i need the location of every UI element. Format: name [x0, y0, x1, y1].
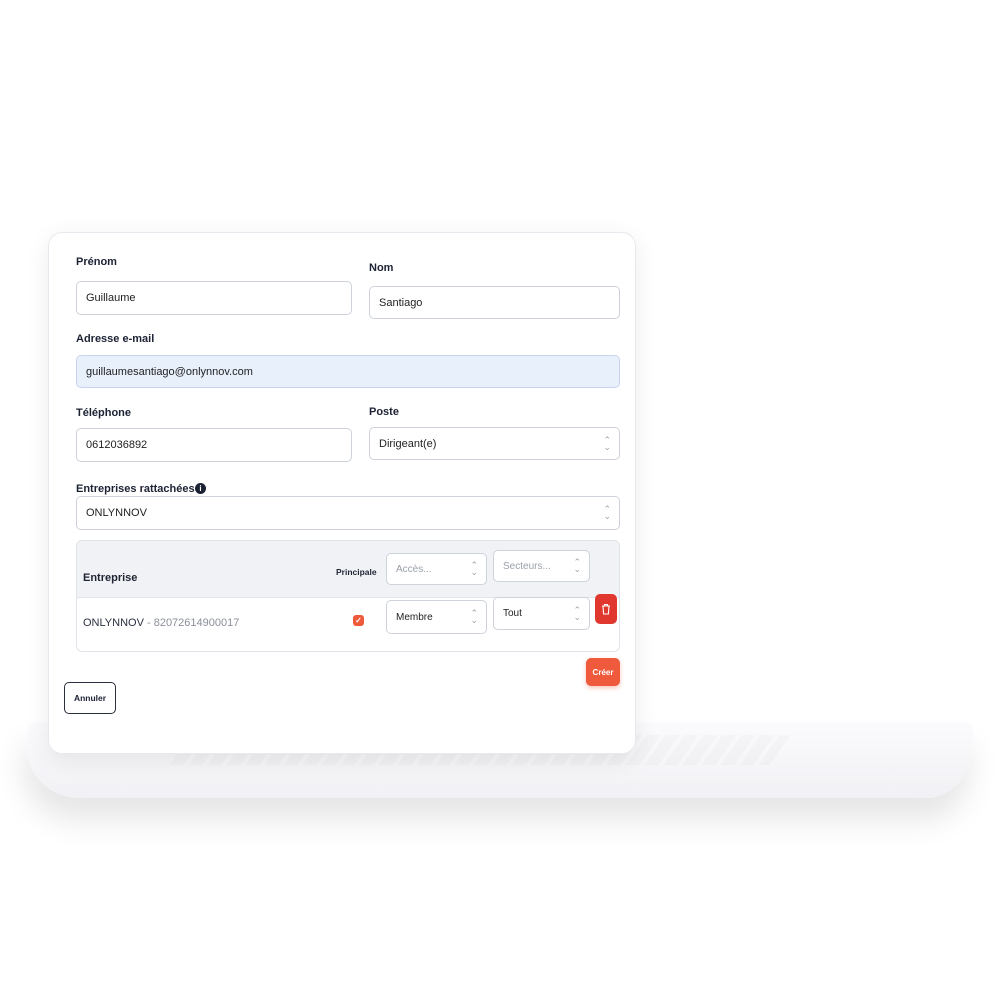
nom-value: Santiago: [379, 296, 423, 309]
info-icon[interactable]: i: [195, 483, 206, 494]
companies-value: ONLYNNOV: [86, 507, 147, 519]
poste-label: Poste: [369, 406, 399, 418]
chevron-updown-icon: ⌃ ⌄: [603, 434, 611, 452]
poste-select[interactable]: Dirigeant(e) ⌃ ⌄: [369, 427, 620, 460]
chevron-updown-icon: ⌃ ⌄: [470, 608, 478, 625]
acces-filter-select[interactable]: Accès... ⌃ ⌄: [386, 553, 487, 585]
nom-input[interactable]: Santiago: [369, 286, 620, 319]
prenom-label: Prénom: [76, 256, 117, 268]
column-header-principale: Principale: [336, 567, 377, 577]
email-label: Adresse e-mail: [76, 333, 155, 345]
secteurs-placeholder: Secteurs...: [503, 560, 551, 572]
prenom-value: Guillaume: [86, 292, 136, 304]
companies-label: Entreprises rattachées: [76, 483, 195, 495]
company-name: ONLYNNOV: [83, 617, 144, 629]
chevron-updown-icon: ⌃ ⌄: [470, 560, 478, 577]
companies-select[interactable]: ONLYNNOV ⌃ ⌄: [76, 496, 620, 530]
acces-select[interactable]: Membre ⌃ ⌄: [386, 600, 487, 634]
poste-value: Dirigeant(e): [379, 437, 437, 450]
acces-placeholder: Accès...: [396, 563, 432, 575]
email-input[interactable]: guillaumesantiago@onlynnov.com: [76, 355, 620, 388]
phone-value: 0612036892: [86, 439, 148, 451]
delete-row-button[interactable]: [595, 594, 617, 624]
nom-label: Nom: [369, 262, 394, 274]
trash-icon: [602, 604, 610, 615]
acces-value: Membre: [396, 611, 433, 623]
company-siret: - 82072614900017: [146, 617, 240, 629]
phone-label: Téléphone: [76, 407, 132, 419]
check-icon: ✓: [355, 616, 362, 625]
secteurs-value: Tout: [503, 608, 522, 619]
principale-checkbox[interactable]: ✓: [353, 615, 364, 626]
phone-input[interactable]: 0612036892: [76, 428, 352, 462]
secteurs-filter-select[interactable]: Secteurs... ⌃ ⌄: [493, 550, 590, 582]
chevron-updown-icon: ⌃ ⌄: [573, 604, 581, 622]
chevron-updown-icon: ⌃ ⌄: [603, 504, 611, 521]
chevron-updown-icon: ⌃ ⌄: [573, 557, 581, 574]
column-header-entreprise: Entreprise: [83, 572, 138, 584]
cancel-button[interactable]: Annuler: [64, 682, 116, 714]
email-value: guillaumesantiago@onlynnov.com: [86, 365, 253, 378]
create-button[interactable]: Créer: [586, 658, 620, 686]
secteurs-select[interactable]: Tout ⌃ ⌄: [493, 597, 590, 630]
table-row-company: ONLYNNOV - 82072614900017: [83, 617, 239, 629]
prenom-input[interactable]: Guillaume: [76, 281, 352, 315]
